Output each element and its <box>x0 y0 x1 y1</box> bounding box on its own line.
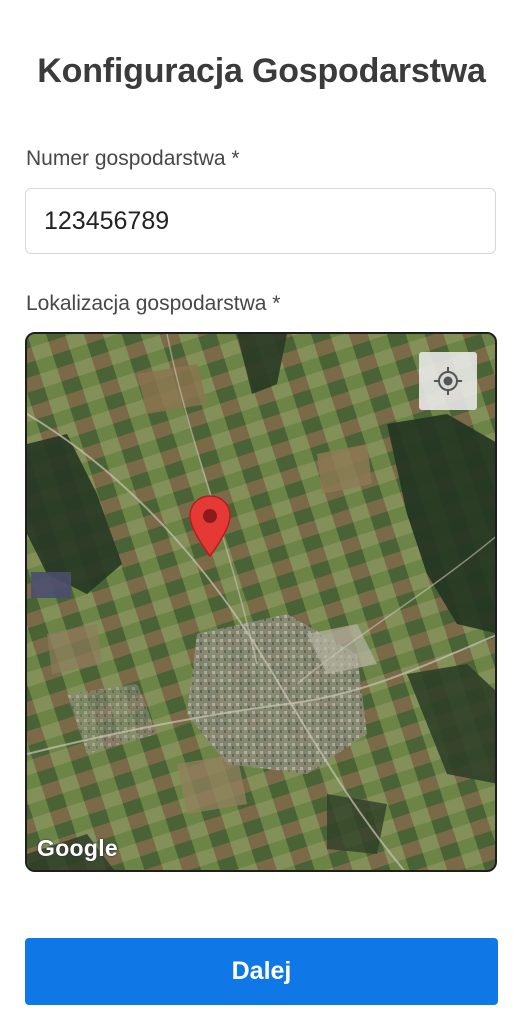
farm-setup-screen: Konfiguracja Gospodarstwa Numer gospodar… <box>0 0 523 1024</box>
locate-me-button[interactable] <box>419 352 477 410</box>
next-button[interactable]: Dalej <box>25 938 498 1005</box>
farm-location-label: Lokalizacja gospodarstwa * <box>26 292 281 315</box>
farm-number-input[interactable] <box>25 188 496 254</box>
map-pin-icon[interactable] <box>187 494 233 558</box>
satellite-map-imagery <box>27 334 495 870</box>
page-title: Konfiguracja Gospodarstwa <box>37 52 486 90</box>
crosshair-location-icon <box>434 367 462 395</box>
google-attribution-logo: Google <box>37 835 119 861</box>
farm-location-map[interactable]: Google <box>25 332 497 872</box>
farm-number-label: Numer gospodarstwa * <box>26 147 240 170</box>
